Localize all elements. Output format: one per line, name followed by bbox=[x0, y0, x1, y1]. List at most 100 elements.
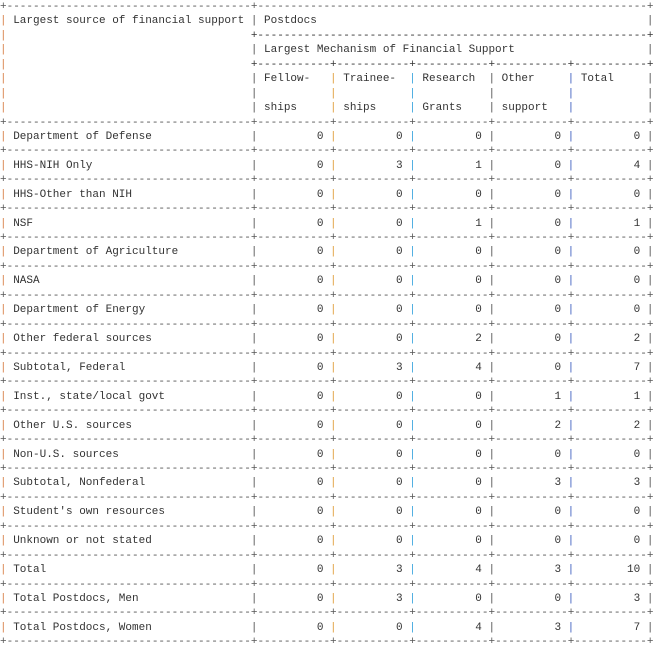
column-header: ships bbox=[264, 102, 298, 115]
column-divider: | bbox=[567, 73, 575, 86]
column-divider: | bbox=[488, 87, 496, 100]
column-divider: | bbox=[0, 477, 7, 490]
row-label: Department of Energy bbox=[13, 304, 146, 317]
row-label: Total Postdocs, Women bbox=[13, 621, 152, 634]
table-rule: +-------------------------------------+-… bbox=[0, 376, 654, 389]
column-divider: | bbox=[567, 188, 575, 201]
column-divider: | bbox=[567, 564, 575, 577]
column-divider: | bbox=[646, 390, 654, 403]
value-cell: 0 bbox=[316, 390, 324, 403]
column-divider: | bbox=[567, 390, 575, 403]
column-divider: | bbox=[0, 304, 7, 317]
column-divider: | bbox=[0, 29, 7, 42]
column-divider: | bbox=[567, 102, 575, 115]
column-divider: | bbox=[250, 159, 258, 172]
column-divider: | bbox=[488, 361, 496, 374]
column-divider: | bbox=[646, 15, 654, 28]
table-row: | Total Postdocs, Men | 0 | 3 | 0 | 0 | 3 | bbox=[0, 592, 654, 606]
table-rule: +-------------------------------------+-… bbox=[0, 434, 654, 447]
value-cell: 1 bbox=[475, 217, 482, 230]
column-divider: | bbox=[488, 564, 496, 577]
column-divider: | bbox=[250, 87, 258, 100]
column-divider: | bbox=[646, 621, 654, 634]
value-cell: 3 bbox=[396, 361, 403, 374]
column-divider: | bbox=[0, 73, 7, 86]
value-cell: 0 bbox=[316, 246, 324, 259]
column-divider: | bbox=[409, 159, 416, 172]
column-divider: | bbox=[409, 246, 416, 259]
column-header: ships bbox=[343, 102, 377, 115]
table-row: | Total | 0 | 3 | 4 | 3 | 10 | bbox=[0, 563, 654, 577]
column-divider: | bbox=[0, 275, 7, 288]
value-cell: 0 bbox=[396, 390, 403, 403]
value-cell: 0 bbox=[475, 188, 482, 201]
column-divider: | bbox=[488, 246, 496, 259]
value-cell: 0 bbox=[475, 592, 482, 605]
column-divider: | bbox=[567, 621, 575, 634]
value-cell: 0 bbox=[396, 535, 403, 548]
column-divider: | bbox=[646, 535, 654, 548]
column-divider: | bbox=[409, 621, 416, 634]
column-divider: | bbox=[330, 419, 337, 432]
column-divider: | bbox=[250, 361, 258, 374]
table-row: | Inst., state/local govt | 0 | 0 | 0 | 1 | 1 | bbox=[0, 390, 654, 404]
value-cell: 0 bbox=[396, 304, 403, 317]
column-divider: | bbox=[567, 87, 575, 100]
row-label: Unknown or not stated bbox=[13, 535, 152, 548]
column-header: Other bbox=[501, 73, 535, 86]
value-cell: 0 bbox=[316, 621, 324, 634]
column-divider: | bbox=[330, 217, 337, 230]
column-divider: | bbox=[646, 87, 654, 100]
row-label: Department of Agriculture bbox=[13, 246, 179, 259]
value-cell: 0 bbox=[316, 217, 324, 230]
column-divider: | bbox=[330, 592, 337, 605]
column-divider: | bbox=[330, 621, 337, 634]
column-divider: | bbox=[0, 44, 7, 57]
table-rule: +-------------------------------------+-… bbox=[0, 520, 654, 533]
value-cell: 0 bbox=[554, 535, 562, 548]
value-cell: 0 bbox=[475, 275, 482, 288]
value-cell: 2 bbox=[633, 333, 641, 346]
value-cell: 3 bbox=[396, 159, 403, 172]
value-cell: 0 bbox=[316, 506, 324, 519]
column-divider: | bbox=[646, 304, 654, 317]
row-header-label: Largest source of financial support bbox=[13, 15, 245, 28]
table-rule: +-------------------------------------+-… bbox=[0, 232, 654, 244]
table-rule: +-------------------------------------+-… bbox=[0, 203, 654, 216]
column-divider: | bbox=[488, 102, 496, 115]
value-cell: 0 bbox=[396, 448, 403, 461]
table-row: | Department of Energy | 0 | 0 | 0 | 0 | 0 | bbox=[0, 303, 654, 317]
column-divider: | bbox=[488, 477, 496, 490]
value-cell: 0 bbox=[554, 448, 562, 461]
column-divider: | bbox=[488, 592, 496, 605]
column-divider: | bbox=[646, 333, 654, 346]
value-cell: 0 bbox=[475, 304, 482, 317]
value-cell: 0 bbox=[316, 130, 324, 143]
value-cell: 0 bbox=[475, 246, 482, 259]
column-divider: | bbox=[488, 217, 496, 230]
row-label: Other U.S. sources bbox=[13, 419, 133, 432]
column-divider: | bbox=[250, 477, 258, 490]
column-divider: | bbox=[330, 275, 337, 288]
column-divider: | bbox=[567, 159, 575, 172]
table-row: | Unknown or not stated | 0 | 0 | 0 | 0 | 0 | bbox=[0, 534, 654, 548]
table-row: | Other U.S. sources | 0 | 0 | 0 | 2 | 2 | bbox=[0, 419, 654, 433]
column-divider: | bbox=[0, 564, 7, 577]
value-cell: 2 bbox=[633, 419, 641, 432]
column-divider: | bbox=[409, 188, 416, 201]
column-divider: | bbox=[250, 304, 258, 317]
column-divider: | bbox=[488, 506, 496, 519]
value-cell: 0 bbox=[554, 130, 562, 143]
column-divider: | bbox=[0, 58, 7, 71]
column-divider: | bbox=[567, 333, 575, 346]
row-label: Student's own resources bbox=[13, 506, 166, 519]
group-title: Postdocs bbox=[264, 15, 317, 28]
column-divider: | bbox=[250, 44, 258, 57]
column-divider: | bbox=[250, 130, 258, 143]
column-divider: | bbox=[330, 333, 337, 346]
table-row: | NASA | 0 | 0 | 0 | 0 | 0 | bbox=[0, 274, 654, 288]
value-cell: 0 bbox=[554, 217, 562, 230]
column-divider: | bbox=[250, 15, 258, 28]
table-row: | NSF | 0 | 0 | 1 | 0 | 1 | bbox=[0, 217, 654, 231]
header-rule: | +--------------------------------------… bbox=[0, 29, 654, 42]
